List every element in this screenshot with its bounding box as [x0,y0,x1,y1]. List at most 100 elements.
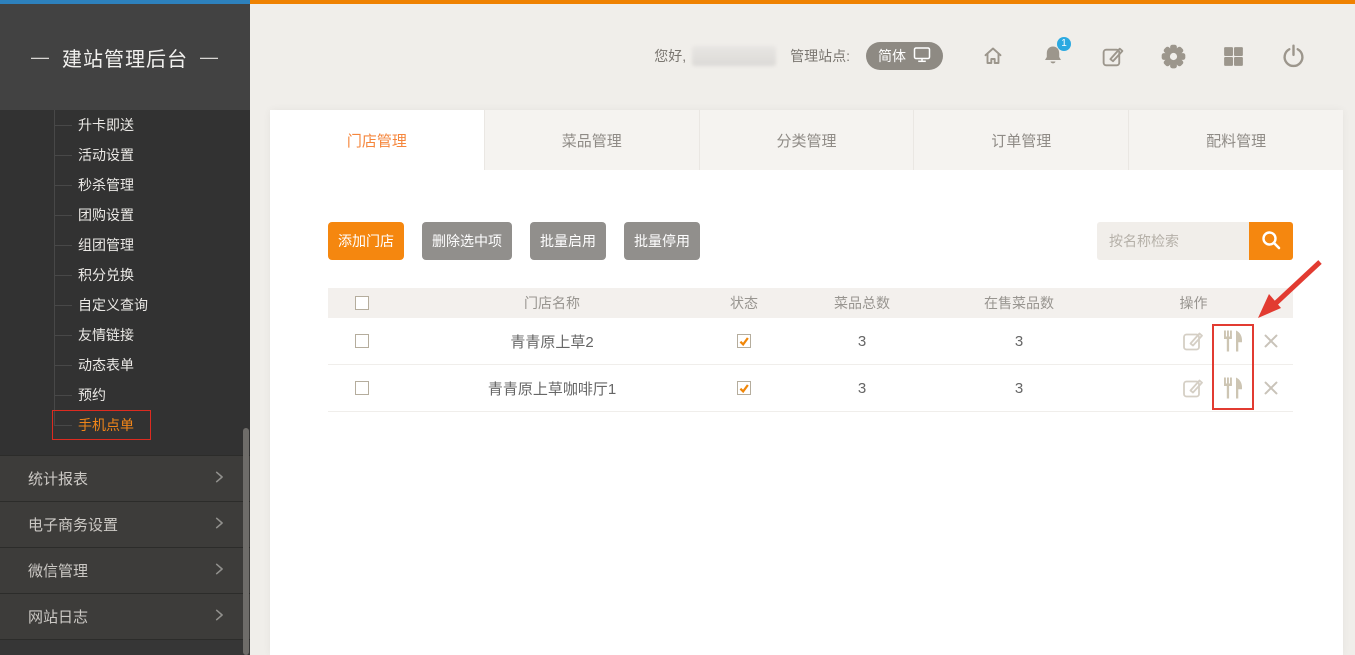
tab[interactable]: 分类管理 [700,110,915,170]
sidebar-submenu-label: 升卡即送 [78,115,134,135]
header-on-sale-dishes: 在售菜品数 [944,293,1094,313]
site-label: 管理站点: [790,46,850,66]
search-button[interactable] [1249,222,1293,260]
sidebar-submenu-item[interactable]: 动态表单 [0,350,250,380]
monitor-icon [913,46,931,66]
search-input[interactable] [1097,222,1249,260]
batch-disable-button[interactable]: 批量停用 [624,222,700,260]
chevron-right-icon [212,470,226,488]
chevron-right-icon [212,516,226,534]
main-panel: 门店管理 菜品管理 分类管理 订单管理 配料管理 添加门店 删除选中项 批量启用 批量停… [270,110,1343,655]
topbar: 您好, 管理站点: 简体 1 [560,34,1307,78]
sidebar-submenu-label: 团购设置 [78,205,134,225]
sidebar-submenu-label: 秒杀管理 [78,175,134,195]
sidebar-submenu-item[interactable]: 积分兑换 [0,260,250,290]
row-edit-icon[interactable] [1181,376,1205,400]
table-row: 青青原上草2 3 3 [328,318,1293,365]
sidebar-submenu-label: 友情链接 [78,325,134,345]
sidebar-submenu-item[interactable]: 预约 [0,380,250,410]
stores-table: 门店名称 状态 菜品总数 在售菜品数 操作 青青原上草2 3 3 [328,288,1293,412]
sidebar-submenu-item[interactable]: 升卡即送 [0,110,250,140]
sidebar-submenu-label: 活动设置 [78,145,134,165]
sidebar-submenu-item[interactable]: 活动设置 [0,140,250,170]
row-edit-icon[interactable] [1181,329,1205,353]
sidebar-section[interactable]: 电子商务设置 [0,501,250,547]
sidebar-section-label: 统计报表 [28,468,88,489]
row-checkbox[interactable] [355,381,369,395]
sidebar-sections: 统计报表 电子商务设置 微信管理 网站日志 [0,455,250,640]
sidebar-submenu-label: 积分兑换 [78,265,134,285]
table-row: 青青原上草咖啡厅1 3 3 [328,365,1293,412]
tab[interactable]: 配料管理 [1129,110,1343,170]
row-cutlery-menu-icon[interactable] [1220,375,1246,401]
tab-label: 订单管理 [991,130,1051,151]
status-checkbox[interactable] [737,381,751,395]
tab-label: 菜品管理 [562,130,622,151]
edit-compose-icon[interactable] [1099,42,1127,70]
sidebar-submenu-item[interactable]: 组团管理 [0,230,250,260]
sidebar-section-label: 电子商务设置 [28,514,118,535]
sidebar-section-label: 网站日志 [28,606,88,627]
sidebar-submenu-item[interactable]: 友情链接 [0,320,250,350]
search-icon [1260,229,1282,254]
status-checkbox[interactable] [737,334,751,348]
sidebar-submenu-item[interactable]: 团购设置 [0,200,250,230]
notification-badge: 1 [1057,37,1071,51]
sidebar-submenu-label: 预约 [78,385,106,405]
table-body: 青青原上草2 3 3 [328,318,1293,412]
greeting-text: 您好, [654,46,686,66]
annotation-red-box-sidebar [52,410,151,440]
sidebar-section-label: 微信管理 [28,560,88,581]
sidebar-submenu-item[interactable]: 秒杀管理 [0,170,250,200]
sidebar-submenu-item[interactable]: 自定义查询 [0,290,250,320]
search-box [1097,222,1293,260]
chevron-right-icon [212,608,226,626]
home-icon[interactable] [979,42,1007,70]
chevron-right-icon [212,562,226,580]
settings-gear-icon[interactable] [1159,42,1187,70]
sidebar-section[interactable]: 统计报表 [0,455,250,501]
row-delete-icon[interactable] [1261,331,1281,351]
tab[interactable]: 门店管理 [270,110,485,170]
sidebar-submenu-item[interactable]: 手机点单 [0,410,250,440]
delete-selected-button[interactable]: 删除选中项 [422,222,512,260]
on-sale-dishes-value: 3 [944,333,1094,350]
tab-bar: 门店管理 菜品管理 分类管理 订单管理 配料管理 [270,110,1343,170]
add-store-button[interactable]: 添加门店 [328,222,404,260]
redacted-username [692,46,776,66]
select-all-checkbox[interactable] [355,296,369,310]
total-dishes-value: 3 [780,380,944,397]
sidebar-section[interactable]: 微信管理 [0,547,250,593]
tab-label: 分类管理 [776,130,836,151]
store-name: 青青原上草2 [510,331,593,352]
row-delete-icon[interactable] [1261,378,1281,398]
tab[interactable]: 订单管理 [914,110,1129,170]
table-header-row: 门店名称 状态 菜品总数 在售菜品数 操作 [328,288,1293,318]
sidebar-scrollbar[interactable] [243,428,249,655]
toolbar: 添加门店 删除选中项 批量启用 批量停用 [328,222,1293,260]
header-total-dishes: 菜品总数 [780,293,944,313]
apps-grid-icon[interactable] [1219,42,1247,70]
sidebar-submenu-label: 组团管理 [78,235,134,255]
power-logout-icon[interactable] [1279,42,1307,70]
row-cutlery-menu-icon[interactable] [1220,328,1246,354]
on-sale-dishes-value: 3 [944,380,1094,397]
sidebar-section[interactable]: 网站日志 [0,593,250,639]
language-site-button[interactable]: 简体 [866,42,943,70]
sidebar-submenu: 升卡即送 活动设置 秒杀管理 团购设置 组团管理 积分兑换 自定义查询 [0,110,250,455]
sidebar-submenu-label: 自定义查询 [78,295,148,315]
notifications-bell-icon[interactable]: 1 [1039,42,1067,70]
tab-label: 配料管理 [1206,130,1266,151]
sidebar: —建站管理后台— 升卡即送 活动设置 秒杀管理 团购设置 组团管理 积分兑换 [0,4,250,655]
tab[interactable]: 菜品管理 [485,110,700,170]
total-dishes-value: 3 [780,333,944,350]
row-checkbox[interactable] [355,334,369,348]
header-status: 状态 [708,293,780,313]
batch-enable-button[interactable]: 批量启用 [530,222,606,260]
tab-label: 门店管理 [347,130,407,151]
app-title: 建站管理后台 [62,43,188,72]
language-label: 简体 [878,46,906,66]
top-strip-orange [250,0,1355,4]
store-name: 青青原上草咖啡厅1 [488,378,616,399]
sidebar-submenu-label: 动态表单 [78,355,134,375]
